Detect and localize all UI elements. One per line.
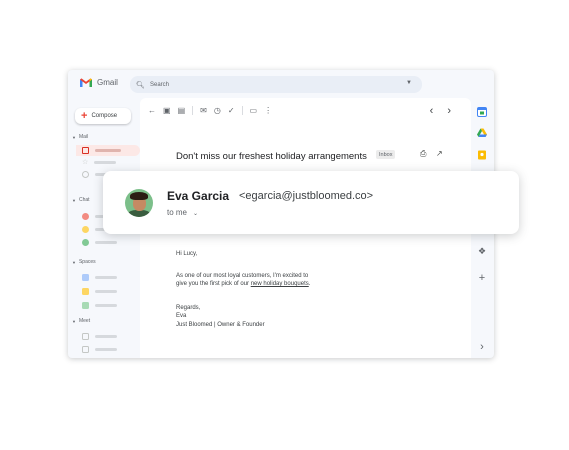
space-icon bbox=[82, 288, 89, 295]
section-label: Chat bbox=[78, 197, 90, 203]
plus-icon: + bbox=[81, 109, 88, 122]
search-bar[interactable]: 🔍︎ Search ▼ bbox=[130, 76, 422, 93]
archive-icon[interactable]: ▣ bbox=[163, 106, 171, 115]
section-mail[interactable]: ▼ Mail bbox=[72, 134, 88, 140]
search-icon[interactable]: 🔍︎ bbox=[136, 81, 146, 89]
section-label: Spaces bbox=[78, 259, 96, 265]
sender-avatar[interactable] bbox=[125, 189, 153, 217]
email-body: Hi Lucy, As one of our most loyal custom… bbox=[176, 250, 310, 330]
message-toolbar: ← ▣ ▤ ✉ ◷ ✓ ▭ ⋮ bbox=[148, 106, 272, 115]
section-meet[interactable]: ▼ Meet bbox=[72, 318, 90, 324]
compose-button[interactable]: + Compose bbox=[75, 108, 131, 124]
recipient-text: to me bbox=[167, 208, 188, 217]
body-text: give you the first pick of our bbox=[176, 281, 251, 288]
chat-avatar-icon bbox=[82, 213, 89, 220]
meet-new-meeting[interactable] bbox=[76, 331, 140, 342]
chat-avatar-icon bbox=[82, 226, 89, 233]
sender-name: Eva Garcia bbox=[167, 189, 230, 203]
sender-header-card: Eva Garcia <egarcia@justbloomed.co> to m… bbox=[103, 171, 519, 234]
space-icon bbox=[82, 302, 89, 309]
section-label: Mail bbox=[78, 134, 89, 140]
gmail-logo[interactable]: Gmail bbox=[80, 78, 118, 87]
label-icon[interactable]: ▭ bbox=[250, 106, 258, 115]
star-icon: ☆ bbox=[82, 159, 89, 166]
calendar-icon[interactable] bbox=[477, 107, 487, 117]
next-icon[interactable]: › bbox=[447, 105, 451, 117]
chevron-down-icon: ⌄ bbox=[193, 211, 199, 217]
compose-label: Compose bbox=[91, 113, 118, 119]
greeting: Hi Lucy, bbox=[176, 251, 198, 257]
chat-avatar-icon bbox=[82, 239, 89, 246]
body-text: . bbox=[308, 281, 311, 288]
chat-item[interactable] bbox=[76, 237, 140, 248]
collapse-icon: ▼ bbox=[72, 318, 76, 324]
sidebar-item-starred[interactable]: ☆ bbox=[76, 157, 140, 168]
sidebar-item-inbox[interactable] bbox=[76, 145, 140, 156]
body-line: As one of our most loyal customers, I'm … bbox=[176, 272, 309, 279]
open-in-new-window-icon[interactable]: ↗ bbox=[436, 149, 443, 158]
search-options-icon[interactable]: ▼ bbox=[406, 80, 412, 86]
collapse-icon: ▼ bbox=[72, 259, 76, 265]
mark-unread-icon[interactable]: ✉ bbox=[200, 106, 207, 115]
closing: Regards, bbox=[176, 304, 201, 311]
recipient-dropdown[interactable]: to me ⌄ bbox=[167, 208, 198, 217]
section-chat[interactable]: ▼ Chat bbox=[72, 197, 90, 203]
meet-join-meeting[interactable] bbox=[76, 344, 140, 355]
delete-icon[interactable]: ▤ bbox=[178, 106, 186, 115]
collapse-icon: ▼ bbox=[72, 197, 76, 203]
holiday-bouquets-link[interactable]: new holiday bouquets bbox=[251, 281, 309, 287]
puzzle-addon-icon[interactable]: ❖ bbox=[477, 246, 487, 256]
body-line: give you the first pick of our new holid… bbox=[176, 280, 310, 289]
clock-icon bbox=[82, 171, 89, 178]
search-input[interactable]: Search bbox=[150, 82, 169, 88]
top-bar: Gmail 🔍︎ Search ▼ bbox=[68, 70, 494, 98]
space-item[interactable] bbox=[76, 272, 140, 283]
app-name: Gmail bbox=[97, 78, 118, 87]
previous-icon[interactable]: ‹ bbox=[430, 105, 434, 117]
expand-panel-icon[interactable]: › bbox=[477, 342, 487, 353]
keyboard-icon bbox=[82, 346, 89, 353]
signature-name: Eva bbox=[176, 313, 187, 320]
collapse-icon: ▼ bbox=[72, 134, 76, 140]
more-options-icon[interactable]: ⋮ bbox=[264, 106, 272, 115]
inbox-icon bbox=[82, 147, 89, 154]
space-icon bbox=[82, 274, 89, 281]
sender-email: <egarcia@justbloomed.co> bbox=[239, 190, 374, 202]
signature-title: Just Bloomed | Owner & Founder bbox=[176, 321, 265, 328]
section-spaces[interactable]: ▼ Spaces bbox=[72, 259, 96, 265]
keep-icon[interactable] bbox=[477, 150, 487, 160]
pagination: ‹ › bbox=[430, 105, 451, 117]
inbox-label-badge[interactable]: Inbox bbox=[376, 150, 396, 159]
gmail-m-icon bbox=[80, 78, 92, 87]
snooze-icon[interactable]: ◷ bbox=[214, 106, 221, 115]
space-item[interactable] bbox=[76, 300, 140, 311]
drive-icon[interactable] bbox=[477, 128, 487, 138]
space-item[interactable] bbox=[76, 286, 140, 297]
add-task-icon[interactable]: ✓ bbox=[228, 106, 235, 115]
print-icon[interactable]: ⎙ bbox=[420, 149, 426, 159]
section-label: Meet bbox=[78, 318, 91, 324]
add-addon-icon[interactable]: + bbox=[477, 273, 487, 284]
video-icon bbox=[82, 333, 89, 340]
back-arrow-icon[interactable]: ← bbox=[148, 106, 156, 115]
email-subject: Don't miss our freshest holiday arrangem… bbox=[176, 151, 367, 162]
